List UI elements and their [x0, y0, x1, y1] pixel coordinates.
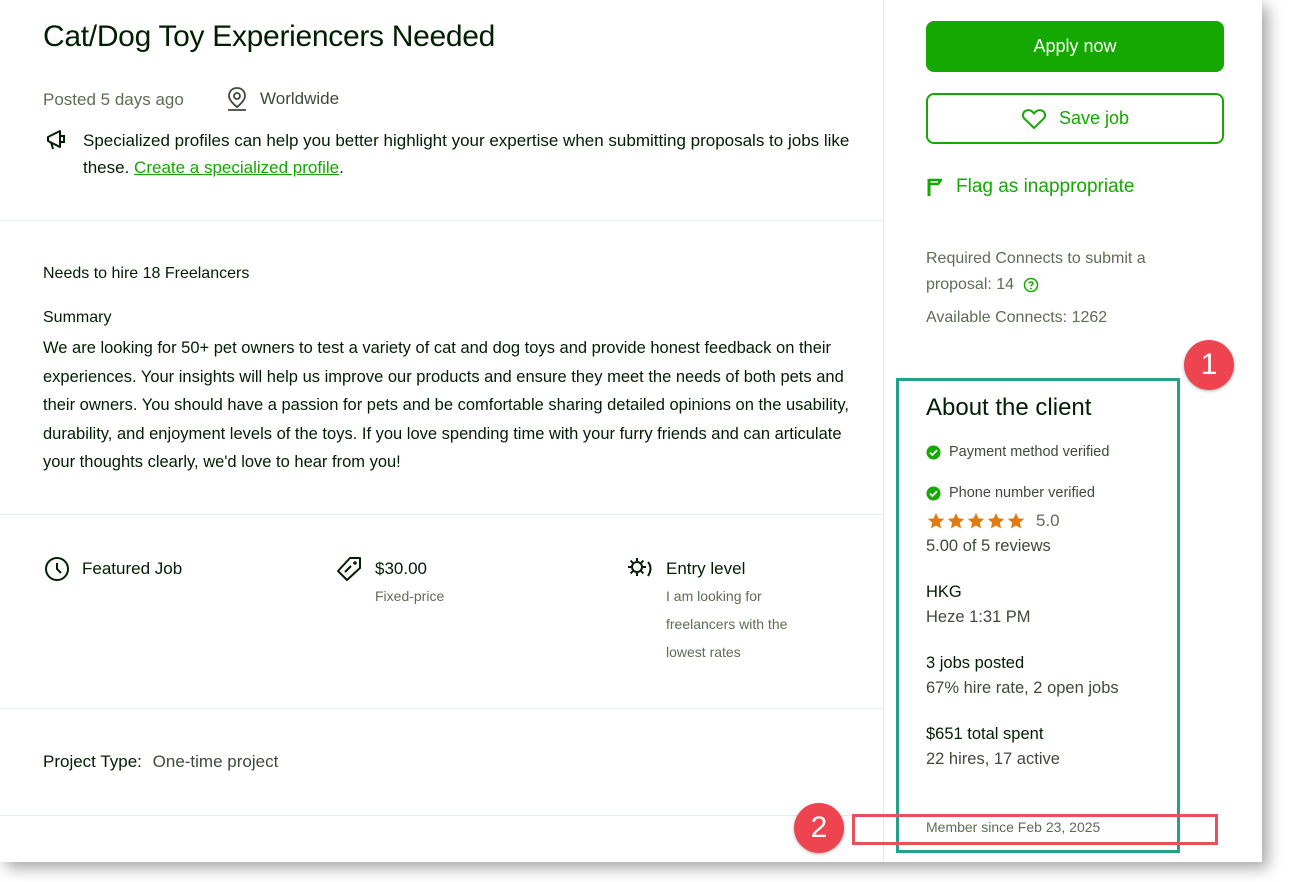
create-specialized-profile-link[interactable]: Create a specialized profile: [134, 158, 339, 177]
tip-end: .: [339, 158, 344, 177]
help-icon[interactable]: [1023, 277, 1039, 293]
location-text: Worldwide: [260, 89, 340, 108]
experience-level-feature: Entry level I am looking for freelancers…: [626, 556, 787, 666]
experience-level: Entry level: [666, 559, 746, 578]
project-type-label: Project Type:: [43, 752, 142, 771]
summary-heading: Summary: [43, 309, 112, 326]
annotation-badge-2: 2: [794, 803, 844, 853]
divider: [0, 514, 884, 515]
price-value: $30.00: [375, 559, 427, 578]
project-type-value: One-time project: [152, 752, 279, 771]
client-highlight-box: [896, 378, 1180, 853]
flag-inappropriate-link[interactable]: Flag as inappropriate: [926, 176, 1135, 198]
experience-level-desc-2: freelancers with the: [666, 616, 788, 632]
job-location: Worldwide: [226, 86, 339, 112]
save-job-button[interactable]: Save job: [926, 93, 1224, 144]
annotation-badge-1: 1: [1184, 340, 1234, 390]
divider: [0, 815, 884, 816]
clock-icon: [45, 557, 69, 581]
heart-icon: [1021, 108, 1047, 129]
megaphone-icon: [47, 130, 65, 150]
project-type: Project Type: One-time project: [43, 752, 278, 772]
flag-label: Flag as inappropriate: [956, 176, 1135, 197]
price-type: Fixed-price: [375, 588, 445, 604]
job-title: Cat/Dog Toy Experiencers Needed: [43, 20, 496, 53]
flag-icon: [927, 178, 943, 196]
available-connects: Available Connects: 1262: [926, 309, 1108, 326]
experience-level-desc-3: lowest rates: [666, 644, 741, 660]
job-summary: We are looking for 50+ pet owners to tes…: [43, 339, 849, 471]
apply-now-button[interactable]: Apply now: [926, 21, 1224, 72]
save-job-label: Save job: [1058, 108, 1130, 128]
specialized-profile-tip: Specialized profiles can help you better…: [83, 127, 853, 181]
price-feature: $30.00 Fixed-price: [335, 556, 444, 610]
hire-count: Needs to hire 18 Freelancers: [43, 265, 250, 282]
location-pin-icon: [228, 87, 246, 111]
experience-level-desc-1: I am looking for: [666, 588, 762, 604]
featured-job-feature: Featured Job: [44, 556, 182, 582]
featured-job-label: Featured Job: [82, 559, 183, 578]
job-main-panel: Cat/Dog Toy Experiencers Needed Posted 5…: [0, 0, 884, 862]
divider: [0, 708, 884, 709]
price-tag-icon: [337, 557, 361, 581]
posted-date: Posted 5 days ago: [43, 90, 184, 109]
divider: [0, 220, 884, 221]
expertise-gear-icon: [628, 558, 652, 577]
required-connects: Required Connects to submit a proposal: …: [926, 246, 1196, 298]
member-since-highlight-box: [852, 814, 1218, 845]
